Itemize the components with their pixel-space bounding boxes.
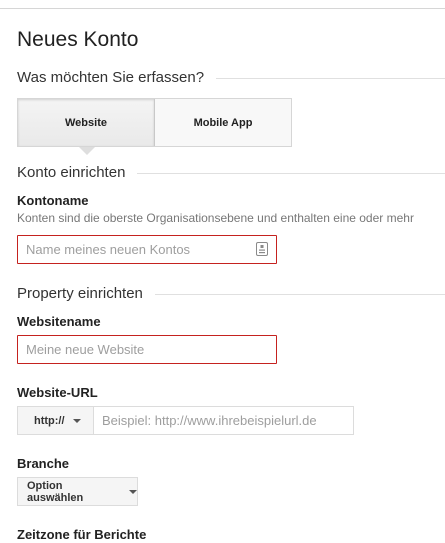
website-url-label: Website-URL (17, 385, 98, 400)
chevron-down-icon (72, 418, 81, 423)
industry-selected-value: Option auswählen (27, 479, 84, 504)
tracking-type-toggle: Website Mobile App (17, 98, 292, 147)
section-divider (205, 78, 445, 79)
website-name-input[interactable] (17, 335, 277, 364)
timezone-label: Zeitzone für Berichte (17, 527, 147, 542)
account-name-help: Konten sind die oberste Organisationsebe… (17, 211, 414, 225)
section-divider (136, 173, 445, 174)
section-divider (155, 294, 445, 295)
account-name-input[interactable] (17, 235, 277, 264)
contact-card-icon[interactable] (256, 242, 268, 256)
protocol-selected-value: http:// (34, 414, 65, 427)
website-name-label: Websitename (17, 314, 101, 329)
tracking-question: Was möchten Sie erfassen? (17, 69, 217, 86)
website-option-button[interactable]: Website (18, 99, 155, 146)
property-section-title: Property einrichten (17, 285, 155, 302)
website-url-input[interactable] (94, 406, 354, 435)
protocol-dropdown[interactable]: http:// (17, 406, 94, 435)
industry-label: Branche (17, 456, 70, 471)
top-divider (0, 8, 445, 9)
account-name-label: Kontoname (17, 193, 89, 208)
page-title: Neues Konto (17, 28, 139, 51)
mobile-app-option-button[interactable]: Mobile App (155, 99, 291, 146)
account-section-title: Konto einrichten (17, 164, 138, 181)
chevron-down-icon (129, 489, 137, 494)
selected-option-pointer (79, 147, 95, 155)
industry-dropdown[interactable]: Option auswählen (17, 477, 138, 506)
